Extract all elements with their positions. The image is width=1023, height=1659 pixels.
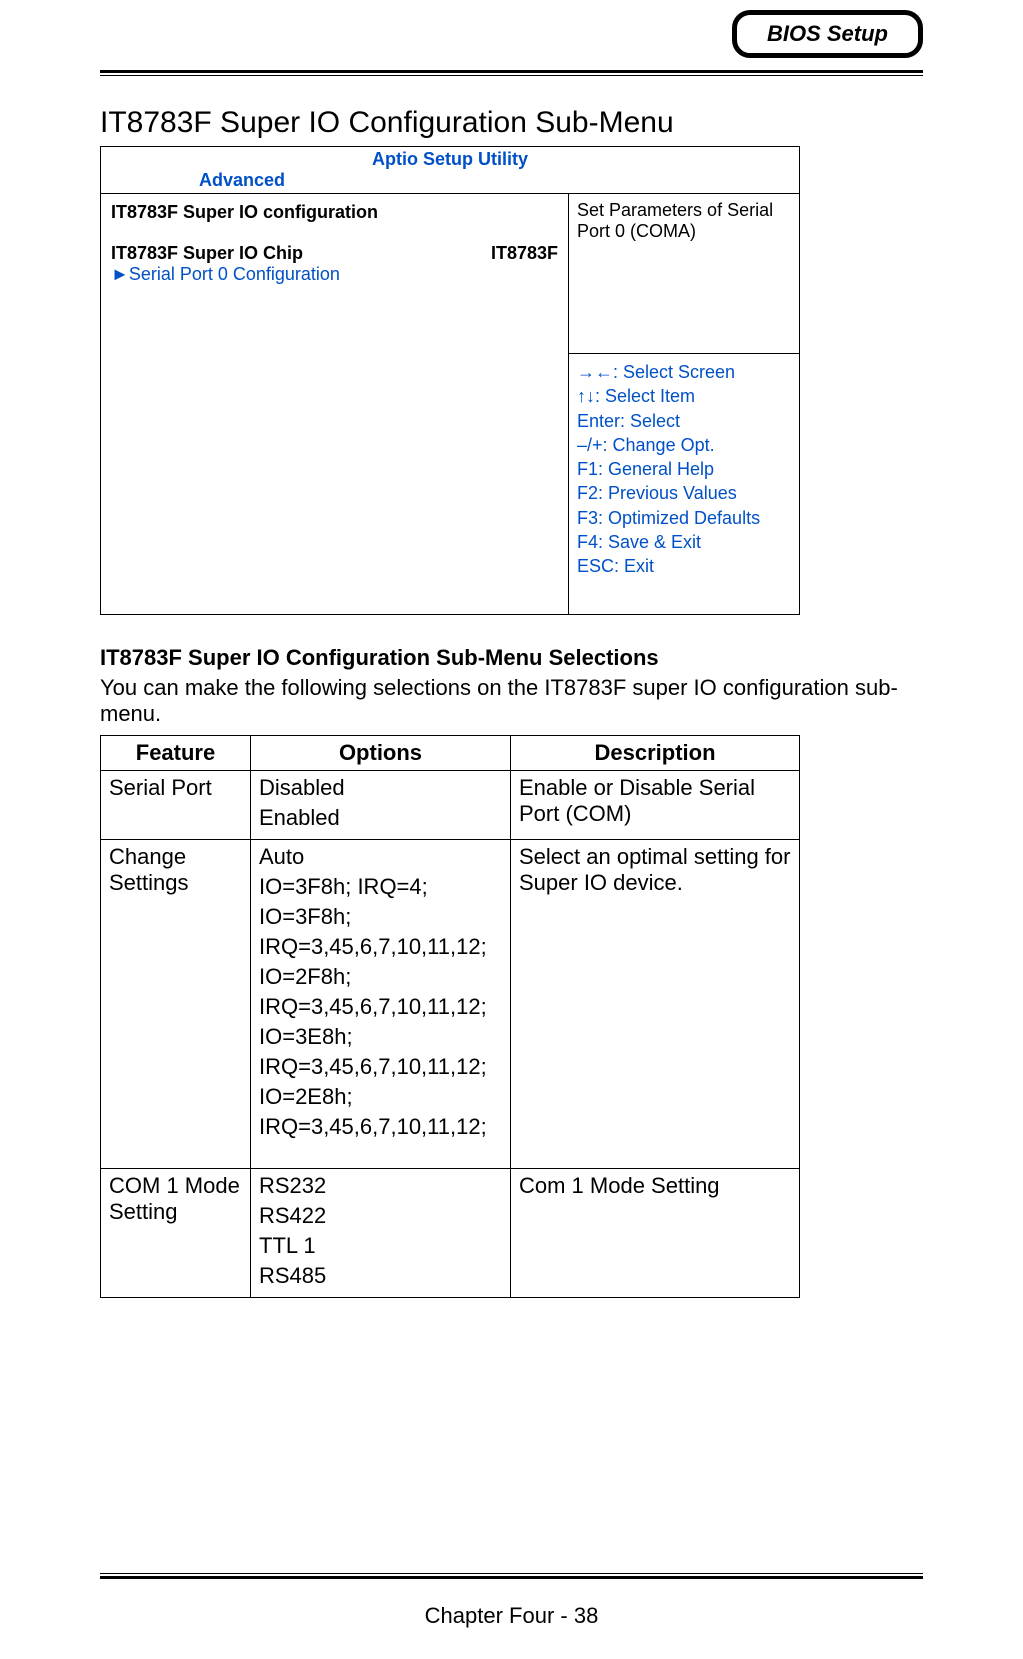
- bios-setup-badge: BIOS Setup: [732, 10, 923, 58]
- key-esc: ESC: Exit: [577, 554, 791, 578]
- option-line: RS422: [259, 1203, 502, 1229]
- option-line: IO=3E8h;: [259, 1024, 502, 1050]
- option-line: Auto: [259, 844, 502, 870]
- chip-label: IT8783F Super IO Chip: [111, 243, 303, 264]
- footer-divider: [100, 1573, 923, 1579]
- bios-body: IT8783F Super IO configuration IT8783F S…: [101, 194, 799, 614]
- cell-options: Auto IO=3F8h; IRQ=4; IO=3F8h; IRQ=3,45,6…: [251, 840, 511, 1169]
- option-line: IO=2E8h;: [259, 1084, 502, 1110]
- bios-top-bar: Aptio Setup Utility Advanced: [101, 147, 799, 194]
- cell-description: Enable or Disable Serial Port (COM): [511, 771, 800, 840]
- cell-feature: Serial Port: [101, 771, 251, 840]
- bios-utility-box: Aptio Setup Utility Advanced IT8783F Sup…: [100, 146, 800, 615]
- page-content: IT8783F Super IO Configuration Sub-Menu …: [0, 76, 1023, 1298]
- cell-description: Com 1 Mode Setting: [511, 1169, 800, 1298]
- bios-left-panel: IT8783F Super IO configuration IT8783F S…: [101, 194, 569, 614]
- cell-feature: COM 1 Mode Setting: [101, 1169, 251, 1298]
- bios-advanced-tab[interactable]: Advanced: [109, 170, 791, 191]
- bios-help-text: Set Parameters of Serial Port 0 (COMA): [569, 194, 799, 354]
- option-line: IO=2F8h;: [259, 964, 502, 990]
- bios-utility-title: Aptio Setup Utility: [109, 149, 791, 170]
- config-title: IT8783F Super IO configuration: [111, 202, 558, 223]
- header-feature: Feature: [101, 736, 251, 771]
- bios-key-help: →←: Select Screen ↑↓: Select Item Enter:…: [569, 354, 799, 614]
- option-line: IRQ=3,45,6,7,10,11,12;: [259, 934, 502, 960]
- triangle-icon: ►: [111, 264, 129, 284]
- bios-right-panel: Set Parameters of Serial Port 0 (COMA) →…: [569, 194, 799, 614]
- header-options: Options: [251, 736, 511, 771]
- section-title: IT8783F Super IO Configuration Sub-Menu: [100, 106, 923, 140]
- key-f1: F1: General Help: [577, 457, 791, 481]
- key-f2: F2: Previous Values: [577, 481, 791, 505]
- option-line: IRQ=3,45,6,7,10,11,12;: [259, 994, 502, 1020]
- chip-row: IT8783F Super IO Chip IT8783F: [111, 243, 558, 264]
- option-line: IRQ=3,45,6,7,10,11,12;: [259, 1114, 502, 1140]
- selections-intro: You can make the following selections on…: [100, 675, 923, 727]
- table-row: Change Settings Auto IO=3F8h; IRQ=4; IO=…: [101, 840, 800, 1169]
- table-header-row: Feature Options Description: [101, 736, 800, 771]
- option-line: RS485: [259, 1263, 502, 1289]
- table-row: COM 1 Mode Setting RS232 RS422 TTL 1 RS4…: [101, 1169, 800, 1298]
- cell-options: Disabled Enabled: [251, 771, 511, 840]
- selections-heading: IT8783F Super IO Configuration Sub-Menu …: [100, 645, 923, 671]
- header-divider: [100, 70, 923, 76]
- key-select-screen: →←: Select Screen: [577, 360, 791, 384]
- key-select-item: ↑↓: Select Item: [577, 384, 791, 408]
- option-line: IRQ=3,45,6,7,10,11,12;: [259, 1054, 502, 1080]
- chip-value: IT8783F: [491, 243, 558, 264]
- serial-port-config-link[interactable]: ►Serial Port 0 Configuration: [111, 264, 558, 285]
- cell-feature: Change Settings: [101, 840, 251, 1169]
- option-line: Disabled: [259, 775, 502, 801]
- option-line: IO=3F8h;: [259, 904, 502, 930]
- key-change-opt: –/+: Change Opt.: [577, 433, 791, 457]
- cell-options: RS232 RS422 TTL 1 RS485: [251, 1169, 511, 1298]
- cell-description: Select an optimal setting for Super IO d…: [511, 840, 800, 1169]
- option-line: RS232: [259, 1173, 502, 1199]
- page-header: BIOS Setup: [0, 0, 1023, 76]
- table-row: Serial Port Disabled Enabled Enable or D…: [101, 771, 800, 840]
- serial-port-config-label: Serial Port 0 Configuration: [129, 264, 340, 284]
- option-line: Enabled: [259, 805, 502, 831]
- key-enter: Enter: Select: [577, 409, 791, 433]
- key-f3: F3: Optimized Defaults: [577, 506, 791, 530]
- option-line: TTL 1: [259, 1233, 502, 1259]
- selections-table: Feature Options Description Serial Port …: [100, 735, 800, 1298]
- option-line: IO=3F8h; IRQ=4;: [259, 874, 502, 900]
- key-f4: F4: Save & Exit: [577, 530, 791, 554]
- header-description: Description: [511, 736, 800, 771]
- footer-text: Chapter Four - 38: [0, 1603, 1023, 1629]
